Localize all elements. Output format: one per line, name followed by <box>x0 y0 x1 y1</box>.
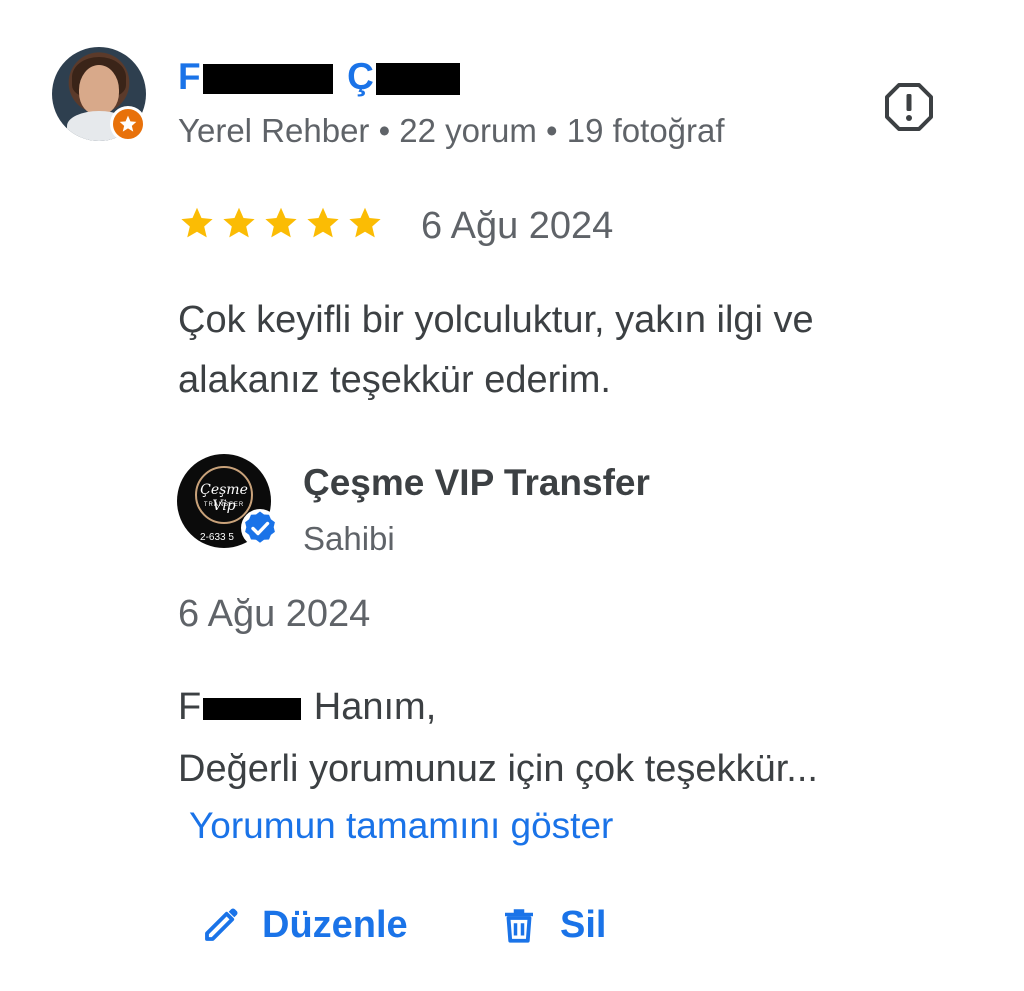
show-full-review-link[interactable]: Yorumun tamamını göster <box>189 805 613 847</box>
star-icon <box>307 207 339 238</box>
pencil-icon <box>205 908 238 941</box>
reply-text: F Hanım, Değerli yorumunuz için çok teşe… <box>178 676 958 800</box>
star-rating <box>179 205 383 241</box>
star-glyph <box>119 115 137 132</box>
review-date: 6 Ağu 2024 <box>421 205 614 247</box>
redaction-bar <box>203 64 334 95</box>
reviewer-meta: Yerel Rehber • 22 yorum • 19 fotoğraf <box>178 112 725 149</box>
star-icon <box>349 207 381 238</box>
delete-button[interactable]: Sil <box>498 898 606 952</box>
reply-greeting-prefix: F <box>178 686 202 728</box>
verified-check-icon <box>241 509 279 547</box>
edit-button[interactable]: Düzenle <box>200 898 408 952</box>
trash-icon <box>505 909 533 943</box>
review-card: FÇ Yerel Rehber • 22 yorum • 19 fotoğraf… <box>0 0 1024 991</box>
edit-label: Düzenle <box>262 903 408 946</box>
reviewer-name[interactable]: FÇ <box>178 56 461 98</box>
report-icon[interactable] <box>884 82 934 132</box>
delete-label: Sil <box>560 903 607 946</box>
owner-name: Çeşme VIP Transfer <box>303 462 650 503</box>
star-icon <box>181 207 213 238</box>
reviewer-name-mid: Ç <box>347 56 375 97</box>
star-icon <box>223 207 255 238</box>
star-icon <box>265 207 297 238</box>
reply-date: 6 Ağu 2024 <box>178 593 371 635</box>
reply-greeting: F Hanım, <box>178 676 958 738</box>
reply-body-line: Değerli yorumunuz için çok teşekkür... <box>178 748 818 790</box>
redaction-bar <box>376 63 461 96</box>
local-guide-star-icon <box>110 106 146 142</box>
avatar-face <box>79 65 119 115</box>
reply-greeting-suffix: Hanım, <box>303 686 437 728</box>
redaction-bar <box>203 697 302 720</box>
owner-role: Sahibi <box>303 520 395 557</box>
reviewer-name-prefix: F <box>178 56 202 97</box>
review-text: Çok keyifli bir yolculuktur, yakın ilgi … <box>178 299 814 401</box>
